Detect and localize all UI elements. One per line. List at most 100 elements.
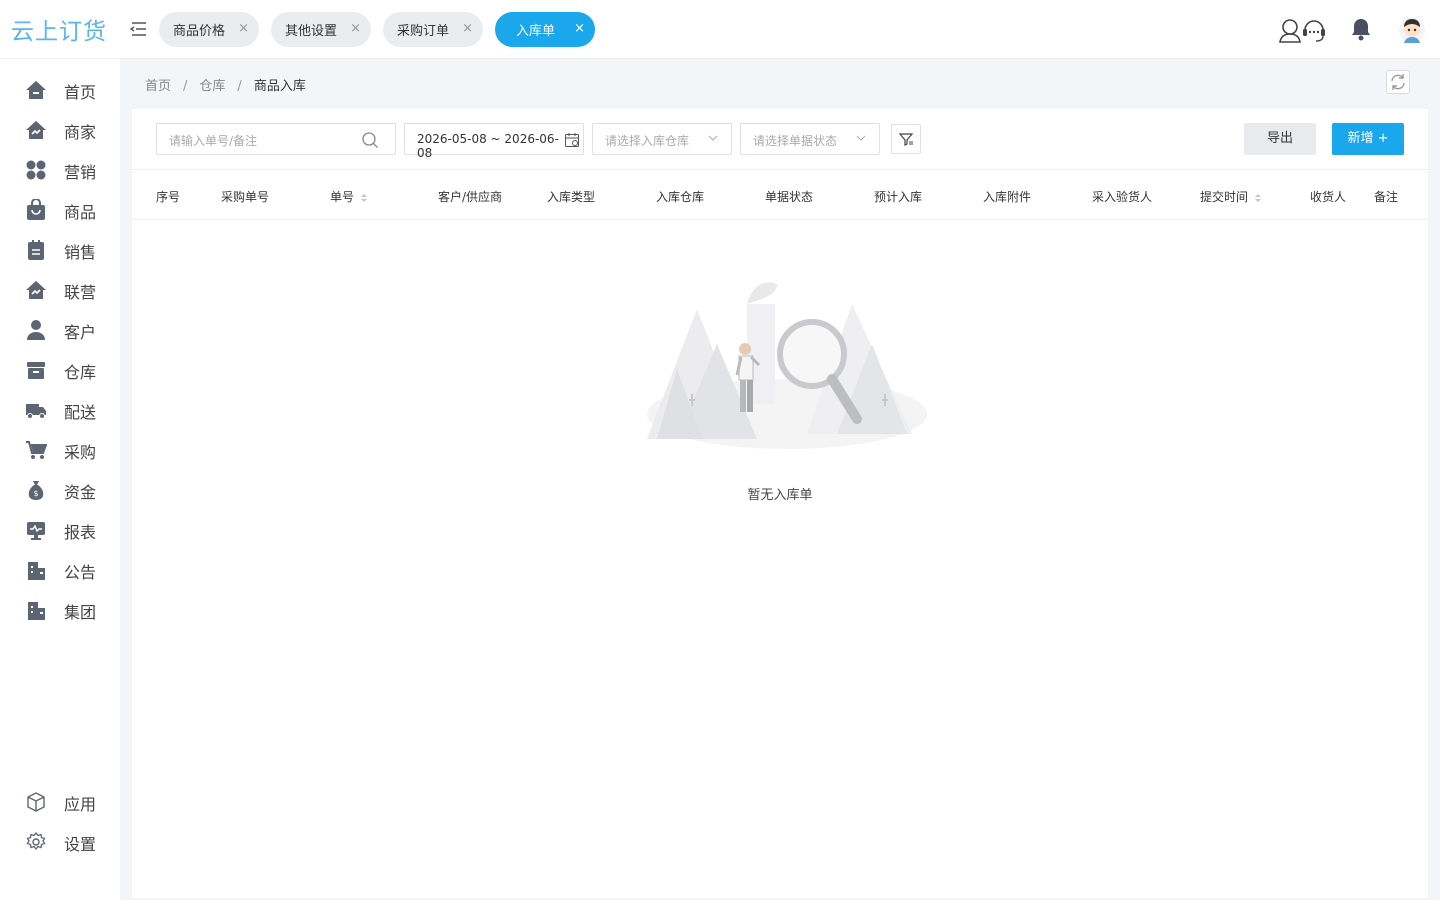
date-range-value: 2026-05-08 ~ 2026-06-08 — [417, 132, 559, 160]
empty-state-text: 暂无入库单 — [747, 488, 813, 503]
sidebar-item-delivery[interactable]: 配送 — [0, 389, 120, 429]
sidebar-item-merchant[interactable]: 商家 — [0, 109, 120, 149]
sidebar-item-report[interactable]: 报表 — [0, 509, 120, 549]
sidebar-item-apps[interactable]: 应用 — [0, 781, 120, 821]
sidebar-item-label: 仓库 — [64, 363, 97, 382]
filter-button[interactable] — [891, 124, 921, 154]
truck-icon — [25, 399, 47, 421]
date-range-picker[interactable]: 2026-05-08 ~ 2026-06-08 — [404, 123, 584, 160]
bell-icon[interactable] — [1349, 16, 1377, 44]
chevron-down-icon — [707, 132, 719, 147]
col-status: 单据状态 — [765, 190, 814, 204]
warehouse-placeholder: 请选择入库仓库 — [605, 134, 690, 148]
sidebar-item-marketing[interactable]: 营销 — [0, 149, 120, 189]
status-select[interactable]: 请选择单据状态 — [740, 123, 880, 155]
sidebar-item-label: 客户 — [64, 323, 97, 342]
sort-icon — [361, 193, 368, 202]
breadcrumb-current: 商品入库 — [253, 79, 306, 94]
col-inspector: 采入验货人 — [1092, 190, 1153, 204]
sidebar-item-notice[interactable]: 公告 — [0, 549, 120, 589]
sidebar: 首页 商家 营销 商品 销售 联营 客户 仓库 配送 采购 $ 资金 报表 公告… — [0, 59, 120, 900]
avatar[interactable] — [1398, 16, 1426, 44]
refresh-icon — [1391, 74, 1405, 90]
col-receiver: 收货人 — [1310, 190, 1347, 204]
filter-icon — [898, 133, 914, 146]
warehouse-select[interactable]: 请选择入库仓库 — [592, 123, 732, 155]
col-submit-time[interactable]: 提交时间 — [1200, 188, 1262, 205]
sidebar-item-label: 报表 — [64, 523, 97, 542]
refresh-button[interactable] — [1386, 70, 1410, 94]
sales-icon — [25, 239, 47, 261]
breadcrumb-warehouse[interactable]: 仓库 — [199, 79, 225, 94]
search-icon[interactable] — [361, 131, 379, 152]
sidebar-item-joint[interactable]: 联营 — [0, 269, 120, 309]
sidebar-item-label: 资金 — [64, 483, 97, 502]
tab-goods-price[interactable]: 商品价格 × — [159, 12, 259, 47]
col-attachment: 入库附件 — [983, 190, 1032, 204]
home-icon — [25, 79, 47, 101]
tab-other-settings[interactable]: 其他设置 × — [271, 12, 371, 47]
warehouse-icon — [25, 359, 47, 381]
sort-icon — [1255, 193, 1262, 202]
tab-purchase-order[interactable]: 采购订单 × — [383, 12, 483, 47]
col-expected: 预计入库 — [874, 190, 923, 204]
money-bag-icon: $ — [25, 479, 47, 501]
sidebar-item-sales[interactable]: 销售 — [0, 229, 120, 269]
gear-icon — [25, 831, 47, 853]
sidebar-item-group[interactable]: 集团 — [0, 589, 120, 629]
empty-illustration — [637, 274, 927, 454]
col-remark: 备注 — [1374, 190, 1399, 204]
sidebar-item-customer[interactable]: 客户 — [0, 309, 120, 349]
tab-label: 其他设置 — [285, 24, 338, 39]
customer-icon — [25, 319, 47, 341]
chevron-down-icon — [855, 132, 867, 147]
col-supplier: 客户/供应商 — [438, 190, 503, 204]
add-button[interactable]: 新增 + — [1332, 123, 1404, 155]
marketing-icon — [25, 159, 47, 181]
sidebar-item-label: 配送 — [64, 403, 97, 422]
col-inbound-type: 入库类型 — [547, 190, 596, 204]
sidebar-item-warehouse[interactable]: 仓库 — [0, 349, 120, 389]
menu-collapse-icon[interactable] — [128, 18, 150, 40]
joint-icon — [25, 279, 47, 301]
goods-icon — [25, 198, 47, 221]
col-index: 序号 — [156, 190, 181, 204]
close-icon[interactable]: × — [574, 21, 585, 36]
tab-label: 采购订单 — [397, 24, 450, 39]
group-icon — [25, 599, 47, 621]
sidebar-item-goods[interactable]: 商品 — [0, 189, 120, 229]
sidebar-item-label: 联营 — [64, 283, 97, 302]
notice-icon — [25, 559, 47, 581]
sidebar-item-settings[interactable]: 设置 — [0, 821, 120, 861]
sidebar-item-label: 应用 — [64, 795, 97, 814]
table-header: 序号 采购单号 单号 客户/供应商 入库类型 入库仓库 单据状态 预计入库 入库… — [132, 169, 1428, 220]
breadcrumb: 首页 / 仓库 / 商品入库 — [145, 79, 306, 94]
breadcrumb-home[interactable]: 首页 — [145, 79, 171, 94]
close-icon[interactable]: × — [350, 21, 361, 36]
export-button[interactable]: 导出 — [1244, 123, 1316, 155]
sidebar-item-funds[interactable]: $ 资金 — [0, 469, 120, 509]
merchant-icon — [25, 119, 47, 141]
sidebar-item-purchase[interactable]: 采购 — [0, 429, 120, 469]
customer-service-icon[interactable] — [1277, 16, 1327, 44]
search-input[interactable]: 请输入单号/备注 — [156, 123, 396, 155]
sidebar-item-label: 集团 — [64, 603, 97, 622]
tab-inbound-order[interactable]: 入库单 × — [495, 12, 595, 47]
col-order-no[interactable]: 单号 — [330, 188, 368, 205]
col-purchase-no: 采购单号 — [221, 190, 270, 204]
sidebar-item-label: 公告 — [64, 563, 97, 582]
sidebar-item-home[interactable]: 首页 — [0, 69, 120, 109]
search-placeholder: 请输入单号/备注 — [169, 134, 258, 148]
close-icon[interactable]: × — [238, 21, 249, 36]
top-bar: 云上订货 商品价格 × 其他设置 × 采购订单 × 入库单 × — [0, 0, 1440, 59]
sidebar-item-label: 销售 — [64, 243, 97, 262]
status-placeholder: 请选择单据状态 — [753, 134, 838, 148]
col-warehouse: 入库仓库 — [656, 190, 705, 204]
app-logo[interactable]: 云上订货 — [11, 12, 107, 46]
main-panel: 请输入单号/备注 2026-05-08 ~ 2026-06-08 请选择入库仓库… — [132, 109, 1428, 898]
close-icon[interactable]: × — [462, 21, 473, 36]
sidebar-item-label: 采购 — [64, 443, 97, 462]
sidebar-item-label: 商品 — [64, 203, 97, 222]
cube-icon — [25, 791, 47, 813]
tab-label: 入库单 — [516, 24, 556, 39]
